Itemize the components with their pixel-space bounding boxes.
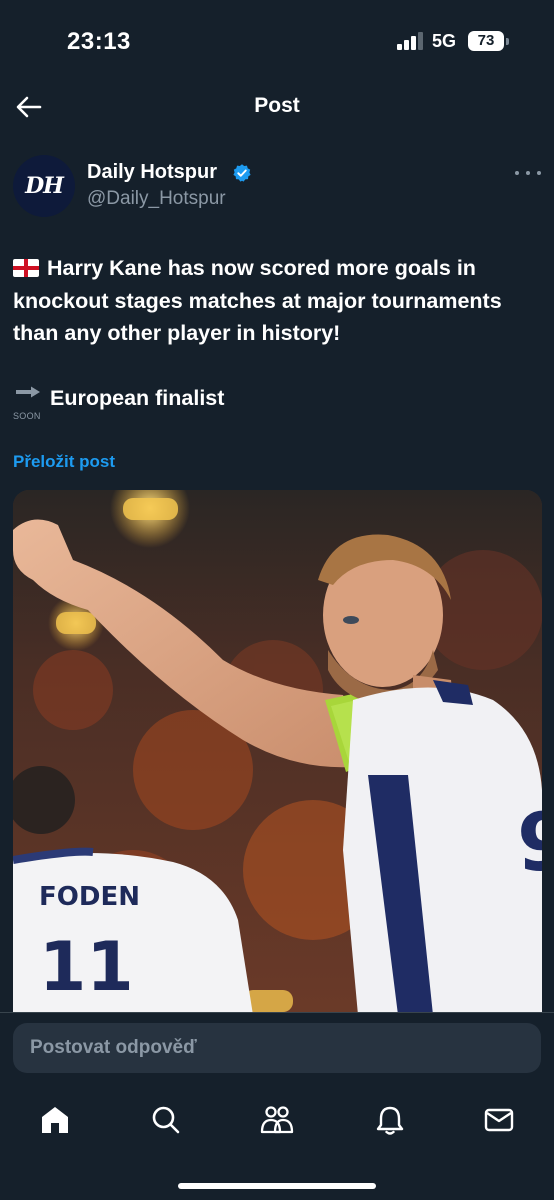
search-icon — [152, 1106, 180, 1134]
communities-icon — [260, 1106, 294, 1134]
reply-bar: Postovat odpověď — [0, 1012, 554, 1090]
post-image[interactable]: FODEN 11 9 — [13, 490, 542, 1015]
post-body-line2: European finalist — [50, 386, 225, 410]
reply-input[interactable]: Postovat odpověď — [13, 1023, 541, 1073]
home-indicator[interactable] — [178, 1183, 376, 1189]
jersey-name-text: FODEN — [39, 882, 140, 912]
nav-home[interactable] — [35, 1100, 75, 1140]
signal-icon — [397, 32, 423, 50]
author-handle[interactable]: @Daily_Hotspur — [87, 188, 226, 210]
status-time: 23:13 — [67, 28, 131, 55]
soon-arrow-icon: SOON — [13, 384, 43, 421]
post-header: Post — [0, 82, 554, 132]
verified-badge-icon — [233, 164, 251, 182]
more-options-icon[interactable] — [515, 164, 541, 182]
england-flag-icon — [13, 259, 39, 277]
jersey-number-text: 11 — [39, 928, 134, 1007]
network-type: 5G — [432, 31, 457, 51]
author-name[interactable]: Daily Hotspur — [87, 161, 217, 184]
avatar[interactable]: DH — [13, 155, 75, 217]
nav-messages[interactable] — [479, 1100, 519, 1140]
battery-icon: 73 — [468, 31, 504, 51]
post-text-line2: SOON European finalist — [13, 382, 225, 421]
status-bar: 23:13 5G 73 — [0, 0, 554, 80]
home-icon — [42, 1107, 68, 1133]
kane-number-text: 9 — [517, 796, 542, 889]
messages-icon — [484, 1108, 514, 1132]
football-photo: FODEN 11 9 — [13, 490, 542, 1015]
post-text: Harry Kane has now scored more goals in … — [13, 252, 543, 350]
soon-label: SOON — [13, 411, 41, 421]
translate-post-link[interactable]: Přeložit post — [13, 452, 115, 472]
post-body: Harry Kane has now scored more goals in … — [13, 256, 502, 345]
avatar-logo: DH — [25, 173, 64, 199]
nav-communities[interactable] — [257, 1100, 297, 1140]
nav-search[interactable] — [146, 1100, 186, 1140]
nav-notifications[interactable] — [370, 1100, 410, 1140]
battery-cap — [506, 38, 509, 45]
page-title: Post — [254, 94, 300, 117]
notifications-icon — [376, 1106, 404, 1135]
